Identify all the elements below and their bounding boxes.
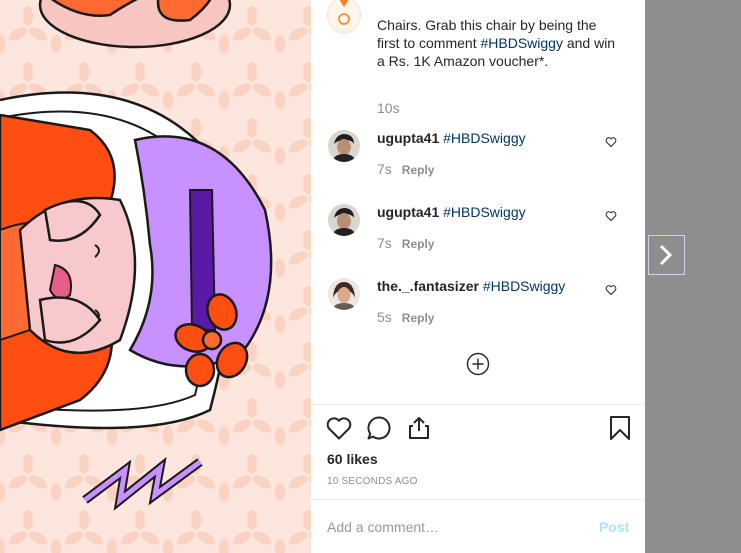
- comment-username[interactable]: ugupta41: [377, 130, 439, 146]
- avatar[interactable]: [328, 204, 360, 236]
- comment-hashtag[interactable]: #HBDSwiggy: [443, 204, 525, 220]
- comment-meta: 7s Reply: [377, 235, 434, 251]
- caption-hashtag[interactable]: #HBDSwiggy: [480, 35, 562, 51]
- comment-time[interactable]: 5s: [377, 309, 392, 325]
- post-image: [0, 0, 311, 553]
- next-post-button[interactable]: [648, 235, 685, 275]
- comment-item: ugupta41 #HBDSwiggy 7s Reply: [311, 126, 645, 196]
- load-more-comments-icon[interactable]: [466, 352, 490, 376]
- comment-hashtag[interactable]: #HBDSwiggy: [483, 278, 565, 294]
- comment-hashtag[interactable]: #HBDSwiggy: [443, 130, 525, 146]
- action-bar: [311, 410, 645, 450]
- illustration: [0, 0, 311, 553]
- reply-button[interactable]: Reply: [402, 163, 435, 177]
- comments-panel: Chairs. Grab this chair by being the fir…: [311, 0, 645, 553]
- post-button[interactable]: Post: [599, 519, 629, 535]
- comment-meta: 5s Reply: [377, 309, 434, 325]
- caption-timestamp[interactable]: 10s: [377, 100, 400, 116]
- avatar[interactable]: [328, 278, 360, 310]
- heart-icon[interactable]: [325, 414, 353, 442]
- heart-icon[interactable]: [605, 210, 617, 222]
- comment-time[interactable]: 7s: [377, 161, 392, 177]
- comment-icon[interactable]: [365, 414, 393, 442]
- comment-meta: 7s Reply: [377, 161, 434, 177]
- bookmark-icon[interactable]: [606, 414, 634, 442]
- divider: [311, 404, 645, 405]
- posted-time[interactable]: 10 SECONDS AGO: [327, 476, 418, 487]
- comment-item: ugupta41 #HBDSwiggy 7s Reply: [311, 200, 645, 270]
- comment-item: the._.fantasizer #HBDSwiggy 5s Reply: [311, 274, 645, 344]
- comment-username[interactable]: ugupta41: [377, 204, 439, 220]
- share-icon[interactable]: [405, 414, 433, 442]
- reply-button[interactable]: Reply: [402, 237, 435, 251]
- comment-input[interactable]: [327, 517, 577, 537]
- likes-count[interactable]: 60 likes: [327, 451, 378, 467]
- heart-icon[interactable]: [605, 284, 617, 296]
- comment-text: ugupta41 #HBDSwiggy: [377, 203, 526, 221]
- add-comment-form: Post: [311, 500, 645, 553]
- avatar[interactable]: [328, 130, 360, 162]
- heart-icon[interactable]: [605, 136, 617, 148]
- swiggy-logo-icon[interactable]: [327, 0, 361, 34]
- comment-text: ugupta41 #HBDSwiggy: [377, 129, 526, 147]
- chevron-right-icon: [659, 244, 673, 266]
- modal-backdrop[interactable]: [645, 0, 741, 553]
- reply-button[interactable]: Reply: [402, 311, 435, 325]
- caption-text: Chairs. Grab this chair by being the fir…: [377, 16, 617, 70]
- comment-username[interactable]: the._.fantasizer: [377, 278, 479, 294]
- comment-text: the._.fantasizer #HBDSwiggy: [377, 277, 565, 295]
- comment-time[interactable]: 7s: [377, 235, 392, 251]
